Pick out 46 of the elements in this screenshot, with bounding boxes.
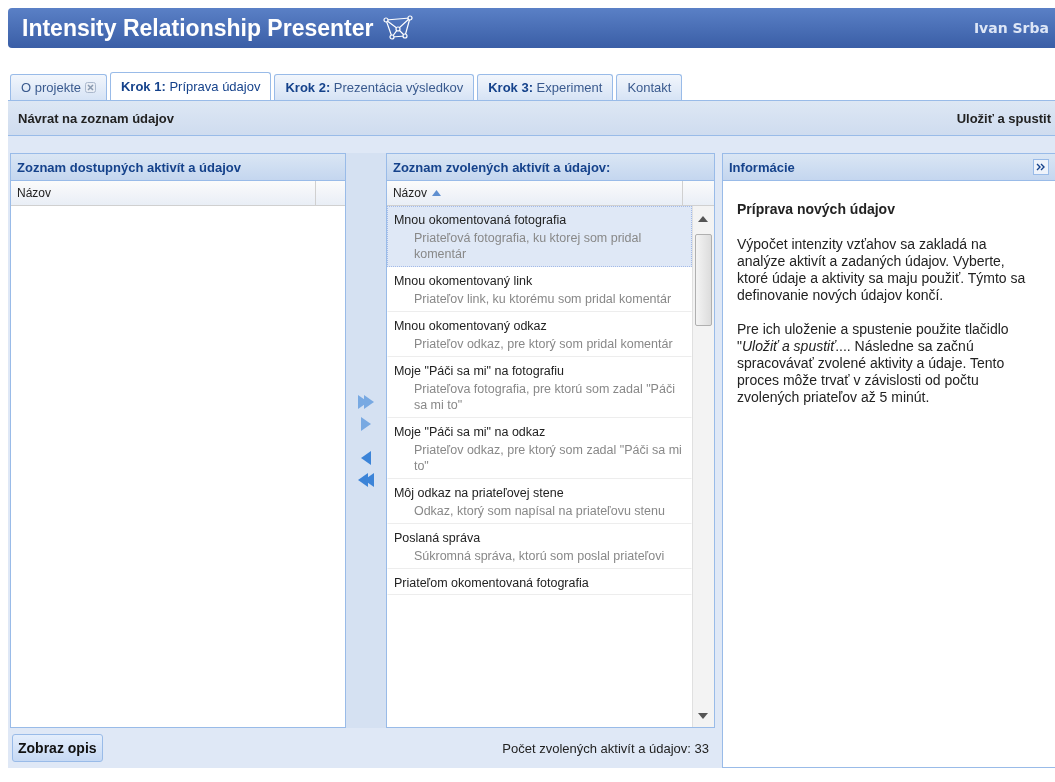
scroll-down-icon[interactable] — [698, 713, 708, 719]
row-description: Priateľov odkaz, pre ktorý som zadal "Páči sa mi to" — [412, 442, 683, 474]
back-button[interactable]: Návrat na zoznam údajov — [14, 108, 179, 128]
row-title: Poslaná správa — [393, 531, 482, 545]
user-name[interactable]: Ivan Srba — [973, 20, 1049, 36]
scrollbar-thumb[interactable] — [695, 234, 712, 326]
row-title: Môj odkaz na priateľovej stene — [393, 486, 565, 500]
move-all-right-button[interactable] — [356, 392, 376, 411]
scrollbar[interactable] — [692, 206, 714, 727]
row-title: Mnou okomentovaný link — [393, 274, 534, 288]
network-logo-icon — [383, 15, 414, 41]
collapse-button[interactable] — [1033, 159, 1049, 175]
row-description: Súkromná správa, ktorú som poslal priateľovi — [412, 548, 666, 564]
info-heading: Príprava nových údajov — [737, 201, 896, 218]
list-row[interactable]: Mnou okomentovaná fotografia Priateľová fotografia, ku ktorej som pridal komentár — [386, 206, 692, 267]
row-title: Moje "Páči sa mi" na fotografiu — [393, 364, 565, 378]
show-description-button[interactable]: Zobraz opis — [12, 734, 103, 762]
row-description: Priateľová fotografia, ku ktorej som pridal komentár — [412, 230, 643, 262]
selected-count: Počet zvolených aktivít a údajov: 33 — [502, 740, 709, 756]
tab[interactable]: Kontakt — [616, 74, 683, 100]
row-title: Mnou okomentovaný odkaz — [393, 319, 548, 333]
app-title: Intensity Relationship Presenter — [22, 14, 374, 42]
row-title: Moje "Páči sa mi" na odkaz — [393, 425, 547, 439]
double-arrow-right-icon — [356, 392, 376, 411]
info-paragraph: Pre ich uloženie a spustenie použite tlačidlo "Uložiť a spustiť.... Následne sa začnú spracovávať zvolené aktivity a údaje. Tento proces môže trvať v závislosti od počtu zvolených priateľov až 5 minút. — [737, 321, 1010, 406]
row-description: Priateľova fotografia, pre ktorú som zadal "Páči sa mi to" — [412, 381, 676, 413]
tab[interactable]: O projekte — [10, 74, 107, 100]
tab[interactable]: Krok 3: Experiment — [477, 74, 614, 100]
list-row[interactable]: Priateľom okomentovaná fotografia — [386, 569, 692, 595]
tab[interactable]: Krok 2: Prezentácia výsledkov — [274, 74, 475, 100]
sort-ascending-icon — [431, 190, 441, 196]
double-arrow-left-icon — [356, 470, 376, 489]
row-title: Mnou okomentovaná fotografia — [393, 213, 568, 227]
save-and-run-button[interactable]: Uložiť a spustit — [952, 108, 1055, 128]
row-description: Priateľov link, ku ktorému som pridal komentár — [412, 291, 673, 307]
row-description: Odkaz, ktorý som napísal na priateľovu stenu — [412, 503, 666, 519]
close-icon[interactable] — [85, 82, 96, 93]
panel-title: Zoznam zvolených aktivít a údajov: — [392, 159, 612, 175]
panel-title: Zoznam dostupných aktivít a údajov — [17, 159, 242, 175]
info-paragraph: Výpočet intenzity vzťahov sa zakladá na analýze aktivít a zadaných údajov. Vyberte, ktoré údaje a aktivity sa maju použiť. Týmto sa definovanie nových údajov končí. — [737, 236, 1027, 304]
scroll-up-icon[interactable] — [698, 216, 708, 222]
move-all-left-button[interactable] — [356, 470, 376, 489]
panel-title: Informácie — [729, 159, 796, 175]
row-title: Priateľom okomentovaná fotografia — [393, 576, 590, 590]
row-description: Priateľov odkaz, pre ktorý som pridal komentár — [412, 336, 674, 352]
tab[interactable]: Krok 1: Príprava údajov — [110, 72, 272, 100]
